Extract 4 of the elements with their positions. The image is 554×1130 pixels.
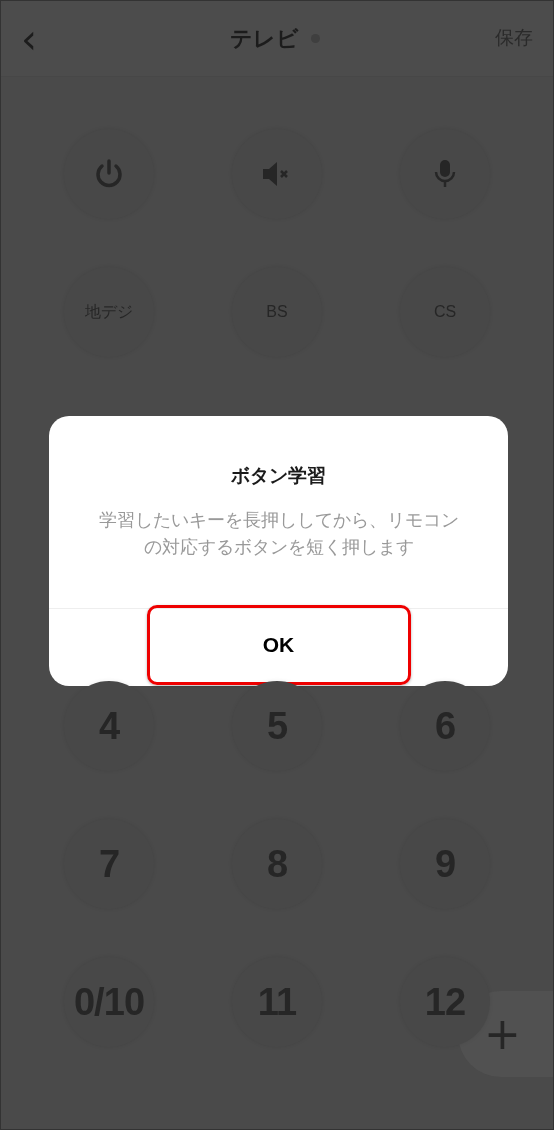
dialog-title: ボタン学習 — [231, 464, 326, 488]
ok-button[interactable]: OK — [146, 604, 411, 685]
back-button[interactable]: ‹ — [21, 18, 61, 59]
dialog-message: 学習したいキーを長押ししてから、リモコンの対応するボタンを短く押します — [97, 508, 460, 559]
